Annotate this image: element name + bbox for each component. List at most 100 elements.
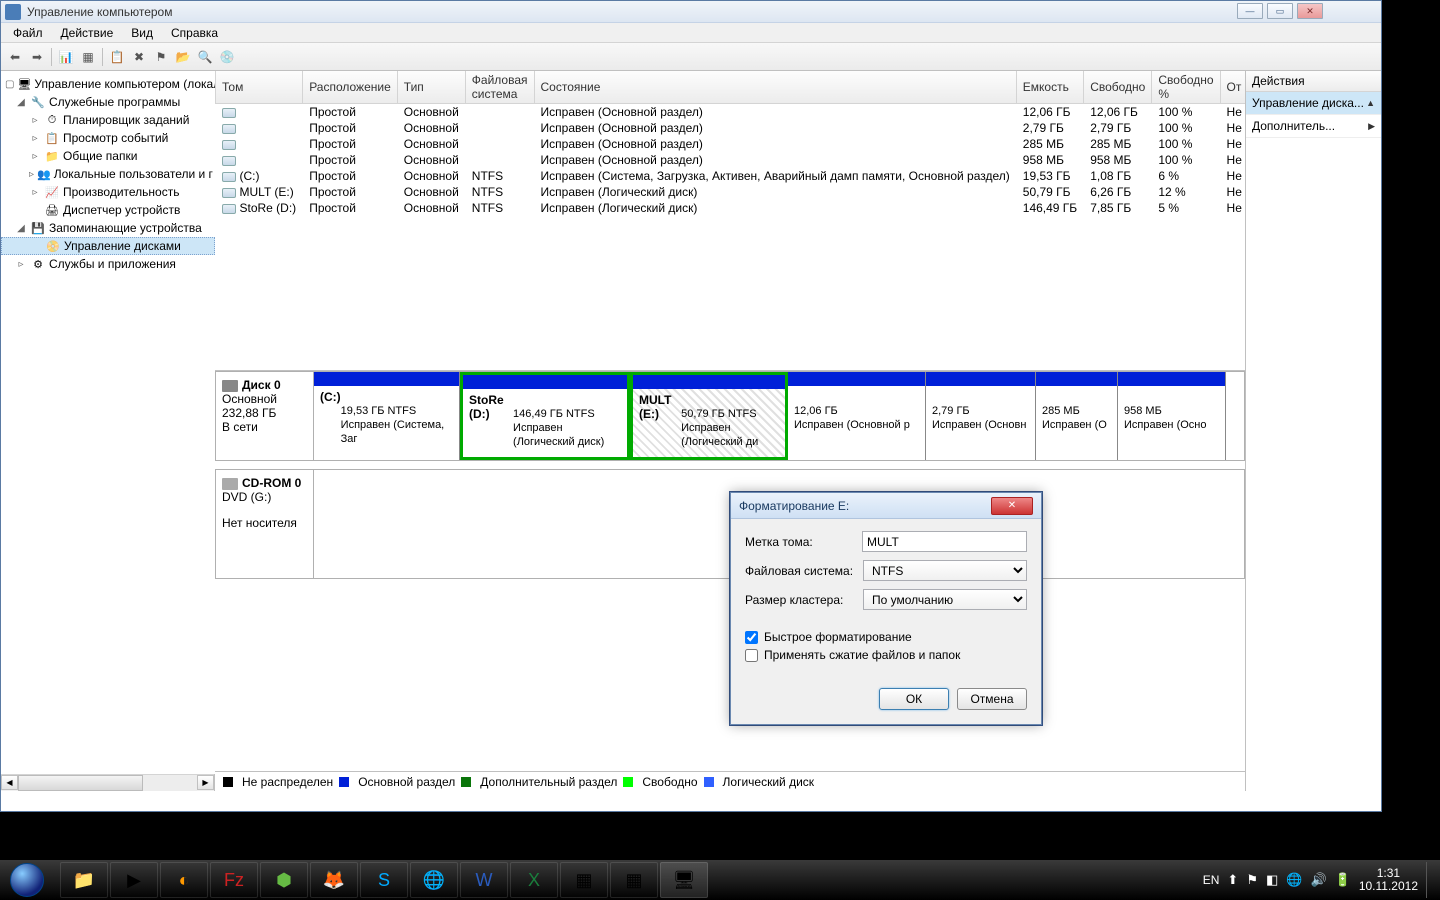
row-quick-format: Быстрое форматирование [745, 630, 1027, 644]
tb-explorer[interactable]: 📁 [60, 862, 108, 898]
table-row[interactable]: MULT (E:)ПростойОсновнойNTFSИсправен (Ло… [216, 184, 1246, 200]
tb-word[interactable]: W [460, 862, 508, 898]
table-row[interactable]: ПростойОсновнойИсправен (Основной раздел… [216, 136, 1246, 152]
partition[interactable]: 12,06 ГБИсправен (Основной р [788, 372, 926, 460]
tb-filezilla[interactable]: Fz [210, 862, 258, 898]
format-dialog: Форматирование E: ✕ Метка тома: Файловая… [730, 492, 1042, 725]
select-cluster[interactable]: По умолчанию [863, 589, 1027, 610]
taskbar[interactable]: 📁 ▶ ◐ Fz ⬢ 🦊 S 🌐 W X ▦ ▦ 🖥 EN ⬆ ⚑ ◧ 🌐 🔊 … [0, 860, 1440, 900]
disk0-row[interactable]: Диск 0 Основной 232,88 ГБ В сети (C:)19,… [215, 371, 1245, 461]
partition[interactable]: 2,79 ГБИсправен (Основн [926, 372, 1036, 460]
taskbar-buttons: 📁 ▶ ◐ Fz ⬢ 🦊 S 🌐 W X ▦ ▦ 🖥 [54, 862, 714, 898]
start-button[interactable] [0, 860, 54, 900]
maximize-icon[interactable]: ▭ [1267, 3, 1293, 19]
tree-root[interactable]: ▢🖥Управление компьютером (локальн [1, 75, 215, 93]
tray-icon-2[interactable]: ◧ [1266, 872, 1278, 888]
table-row[interactable]: ПростойОсновнойИсправен (Основной раздел… [216, 152, 1246, 168]
tree-g2[interactable]: ◢💾Запоминающие устройства [1, 219, 215, 237]
disk0-header: Диск 0 Основной 232,88 ГБ В сети [216, 372, 314, 460]
tray-lang[interactable]: EN [1203, 873, 1220, 887]
select-filesystem[interactable]: NTFS [863, 560, 1027, 581]
tree-scheduler[interactable]: ▹⏱Планировщик заданий [1, 111, 215, 129]
show-desktop-button[interactable] [1426, 862, 1434, 898]
partition[interactable]: 958 МБИсправен (Осно [1118, 372, 1226, 460]
toolbar-btn-7[interactable]: 📂 [173, 47, 193, 67]
action-label: Дополнитель... [1252, 119, 1335, 133]
toolbar-btn-5[interactable]: ✖ [129, 47, 149, 67]
volume-grid[interactable]: Том Расположение Тип Файловая система Со… [215, 71, 1245, 216]
tree-label: Локальные пользователи и г [54, 167, 213, 181]
tree-hscroll[interactable]: ◀ ▶ [1, 774, 214, 791]
tree-label: Производительность [63, 185, 179, 199]
tb-app3[interactable]: ▦ [610, 862, 658, 898]
checkbox-compression[interactable] [745, 649, 758, 662]
tree-g1[interactable]: ◢🔧Служебные программы [1, 93, 215, 111]
ok-button[interactable]: ОК [879, 688, 949, 710]
menu-view[interactable]: Вид [123, 24, 161, 42]
tray-network-icon[interactable]: 🌐 [1286, 872, 1302, 888]
toolbar-btn-8[interactable]: 🔍 [195, 47, 215, 67]
tray-volume-icon[interactable]: 🔊 [1310, 872, 1326, 888]
toolbar-btn-3[interactable]: ▦ [78, 47, 98, 67]
col-pct[interactable]: Свободно % [1152, 71, 1220, 104]
tree-perf[interactable]: ▹📈Производительность [1, 183, 215, 201]
col-tom[interactable]: Том [216, 71, 303, 104]
tray-icon-3[interactable]: 🔋 [1335, 872, 1351, 888]
partition[interactable]: StoRe (D:)146,49 ГБ NTFSИсправен (Логиче… [460, 372, 630, 460]
tree-users[interactable]: ▹👥Локальные пользователи и г [1, 165, 215, 183]
tb-compmgmt[interactable]: 🖥 [660, 862, 708, 898]
col-loc[interactable]: Расположение [303, 71, 398, 104]
action-more[interactable]: Дополнитель...▶ [1246, 115, 1381, 138]
titlebar[interactable]: Управление компьютером [1, 1, 1381, 23]
action-diskman[interactable]: Управление диска...▲ [1246, 92, 1381, 115]
toolbar-btn-4[interactable]: 📋 [107, 47, 127, 67]
col-free[interactable]: Свободно [1084, 71, 1152, 104]
toolbar-btn-9[interactable]: 💿 [217, 47, 237, 67]
dialog-close-icon[interactable]: ✕ [991, 497, 1033, 515]
cancel-button[interactable]: Отмена [957, 688, 1027, 710]
col-fs[interactable]: Файловая система [465, 71, 534, 104]
minimize-icon[interactable]: — [1237, 3, 1263, 19]
tb-chrome[interactable]: 🌐 [410, 862, 458, 898]
toolbar-btn-6[interactable]: ⚑ [151, 47, 171, 67]
tb-app1[interactable]: ⬢ [260, 862, 308, 898]
table-row[interactable]: (C:)ПростойОсновнойNTFSИсправен (Система… [216, 168, 1246, 184]
tray-icon-1[interactable]: ⬆ [1227, 872, 1238, 888]
tree-shared[interactable]: ▹📁Общие папки [1, 147, 215, 165]
input-volume-label[interactable] [862, 531, 1027, 552]
tree-g3[interactable]: ▹⚙Службы и приложения [1, 255, 215, 273]
tb-firefox[interactable]: 🦊 [310, 862, 358, 898]
tb-aimp[interactable]: ◐ [160, 862, 208, 898]
table-row[interactable]: StoRe (D:)ПростойОсновнойNTFSИсправен (Л… [216, 200, 1246, 216]
toolbar-btn-2[interactable]: 📊 [56, 47, 76, 67]
tb-app2[interactable]: ▦ [560, 862, 608, 898]
tb-wmp[interactable]: ▶ [110, 862, 158, 898]
back-icon[interactable]: ⬅ [5, 47, 25, 67]
partition[interactable]: (C:)19,53 ГБ NTFSИсправен (Система, Заг [314, 372, 460, 460]
tree-diskmgmt[interactable]: 📀Управление дисками [1, 237, 215, 255]
dialog-titlebar[interactable]: Форматирование E: ✕ [731, 493, 1041, 519]
disk0-parts: (C:)19,53 ГБ NTFSИсправен (Система, ЗагS… [314, 372, 1244, 460]
nav-tree[interactable]: ▢🖥Управление компьютером (локальн ◢🔧Служ… [1, 71, 215, 774]
col-cap[interactable]: Емкость [1016, 71, 1083, 104]
tb-skype[interactable]: S [360, 862, 408, 898]
checkbox-quick-format[interactable] [745, 631, 758, 644]
menu-help[interactable]: Справка [163, 24, 226, 42]
table-row[interactable]: ПростойОсновнойИсправен (Основной раздел… [216, 120, 1246, 136]
close-icon[interactable]: ✕ [1297, 3, 1323, 19]
tray-flag-icon[interactable]: ⚑ [1246, 872, 1258, 888]
legend-ext: Дополнительный раздел [480, 775, 617, 789]
menu-file[interactable]: Файл [5, 24, 51, 42]
tray-clock[interactable]: 1:31 10.11.2012 [1359, 867, 1418, 893]
col-type[interactable]: Тип [397, 71, 465, 104]
partition[interactable]: MULT (E:)50,79 ГБ NTFSИсправен (Логическ… [630, 372, 788, 460]
partition[interactable]: 285 МБИсправен (О [1036, 372, 1118, 460]
tree-devmgr[interactable]: 🖨Диспетчер устройств [1, 201, 215, 219]
col-state[interactable]: Состояние [534, 71, 1016, 104]
tb-excel[interactable]: X [510, 862, 558, 898]
tree-events[interactable]: ▹📋Просмотр событий [1, 129, 215, 147]
menu-action[interactable]: Действие [53, 24, 122, 42]
forward-icon[interactable]: ➡ [27, 47, 47, 67]
table-row[interactable]: ПростойОсновнойИсправен (Основной раздел… [216, 104, 1246, 121]
col-ot[interactable]: От [1220, 71, 1245, 104]
